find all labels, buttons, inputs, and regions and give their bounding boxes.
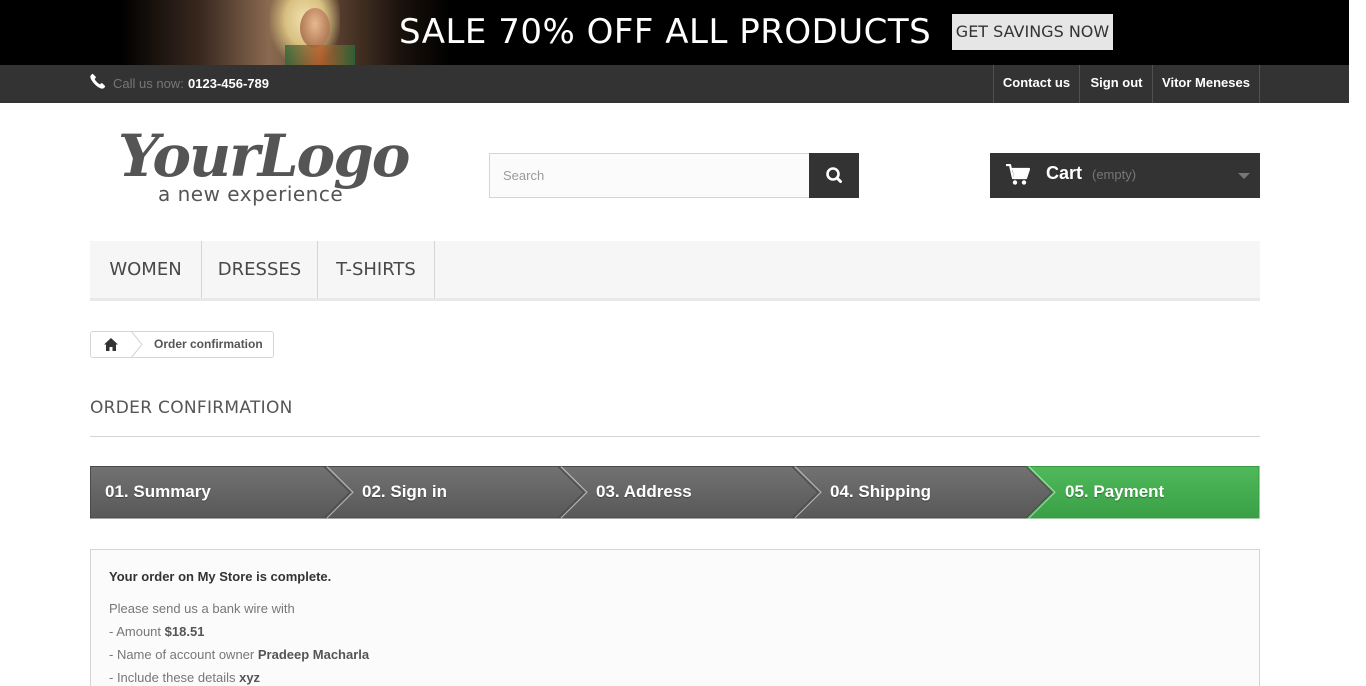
cart-icon <box>1006 164 1030 185</box>
details-label: - Include these details <box>109 670 236 685</box>
checkout-step-3[interactable]: 03. Address <box>596 482 692 502</box>
store-logo[interactable]: YourLogo a new experience <box>118 122 410 208</box>
home-icon[interactable] <box>91 332 131 357</box>
confirmation-heading: Your order on My Store is complete. <box>109 569 332 584</box>
checkout-step-1[interactable]: 01. Summary <box>105 482 211 502</box>
top-bar: Call us now: 0123-456-789 Contact us Sig… <box>0 65 1349 103</box>
menu-item-dresses[interactable]: DRESSES <box>202 241 318 298</box>
sign-out-link[interactable]: Sign out <box>1079 65 1153 103</box>
amount-line: - Amount $18.51 <box>109 624 204 639</box>
call-us-label: Call us now: <box>113 76 184 91</box>
main-menu: WOMEN DRESSES T-SHIRTS <box>90 241 1260 301</box>
checkout-step-2[interactable]: 02. Sign in <box>362 482 447 502</box>
account-owner-label: - Name of account owner <box>109 647 255 662</box>
logo-wordmark: YourLogo <box>118 122 410 190</box>
checkout-step-5: 05. Payment <box>1065 482 1165 501</box>
details-value: xyz <box>239 670 261 685</box>
cart-button[interactable]: Cart (empty) <box>990 153 1260 198</box>
cart-label: Cart <box>1046 163 1083 183</box>
amount-value: $18.51 <box>164 624 205 639</box>
amount-label: - Amount <box>109 624 162 639</box>
page-title: ORDER CONFIRMATION <box>90 398 293 418</box>
breadcrumb-separator <box>130 331 143 358</box>
details-line: - Include these details xyz <box>109 670 260 685</box>
logo-tagline: a new experience <box>158 182 344 206</box>
phone-icon <box>90 73 106 89</box>
banner-model-dress <box>285 45 355 65</box>
checkout-steps: 01. Summary 02. Sign in 03. Address 04. Shi… <box>90 466 1260 519</box>
search-button[interactable] <box>809 153 859 198</box>
banner-model-face <box>300 8 330 48</box>
promo-banner[interactable]: SALE 70% OFF ALL PRODUCTS GET SAVINGS NO… <box>0 0 1349 65</box>
bank-wire-intro: Please send us a bank wire with <box>109 601 295 616</box>
cart-status: (empty) <box>1092 167 1137 182</box>
checkout-step-4[interactable]: 04. Shipping <box>830 482 931 502</box>
account-owner-line: - Name of account owner Pradeep Macharla <box>109 647 369 662</box>
breadcrumb: Order confirmation <box>90 331 274 358</box>
breadcrumb-current: Order confirmation <box>154 337 263 351</box>
search-icon <box>826 167 842 183</box>
search-input[interactable] <box>489 153 810 198</box>
menu-item-women[interactable]: WOMEN <box>90 241 202 298</box>
banner-headline: SALE 70% OFF ALL PRODUCTS <box>399 12 932 52</box>
account-owner-value: Pradeep Macharla <box>257 647 370 662</box>
menu-item-tshirts[interactable]: T-SHIRTS <box>318 241 435 298</box>
account-link[interactable]: Vitor Meneses <box>1152 65 1260 103</box>
chevron-down-icon <box>1238 173 1250 179</box>
contact-us-link[interactable]: Contact us <box>993 65 1079 103</box>
phone-number: 0123-456-789 <box>188 76 269 91</box>
title-divider <box>90 436 1260 437</box>
get-savings-button[interactable]: GET SAVINGS NOW <box>952 14 1113 50</box>
order-confirmation-box: Your order on My Store is complete. Plea… <box>90 549 1260 686</box>
